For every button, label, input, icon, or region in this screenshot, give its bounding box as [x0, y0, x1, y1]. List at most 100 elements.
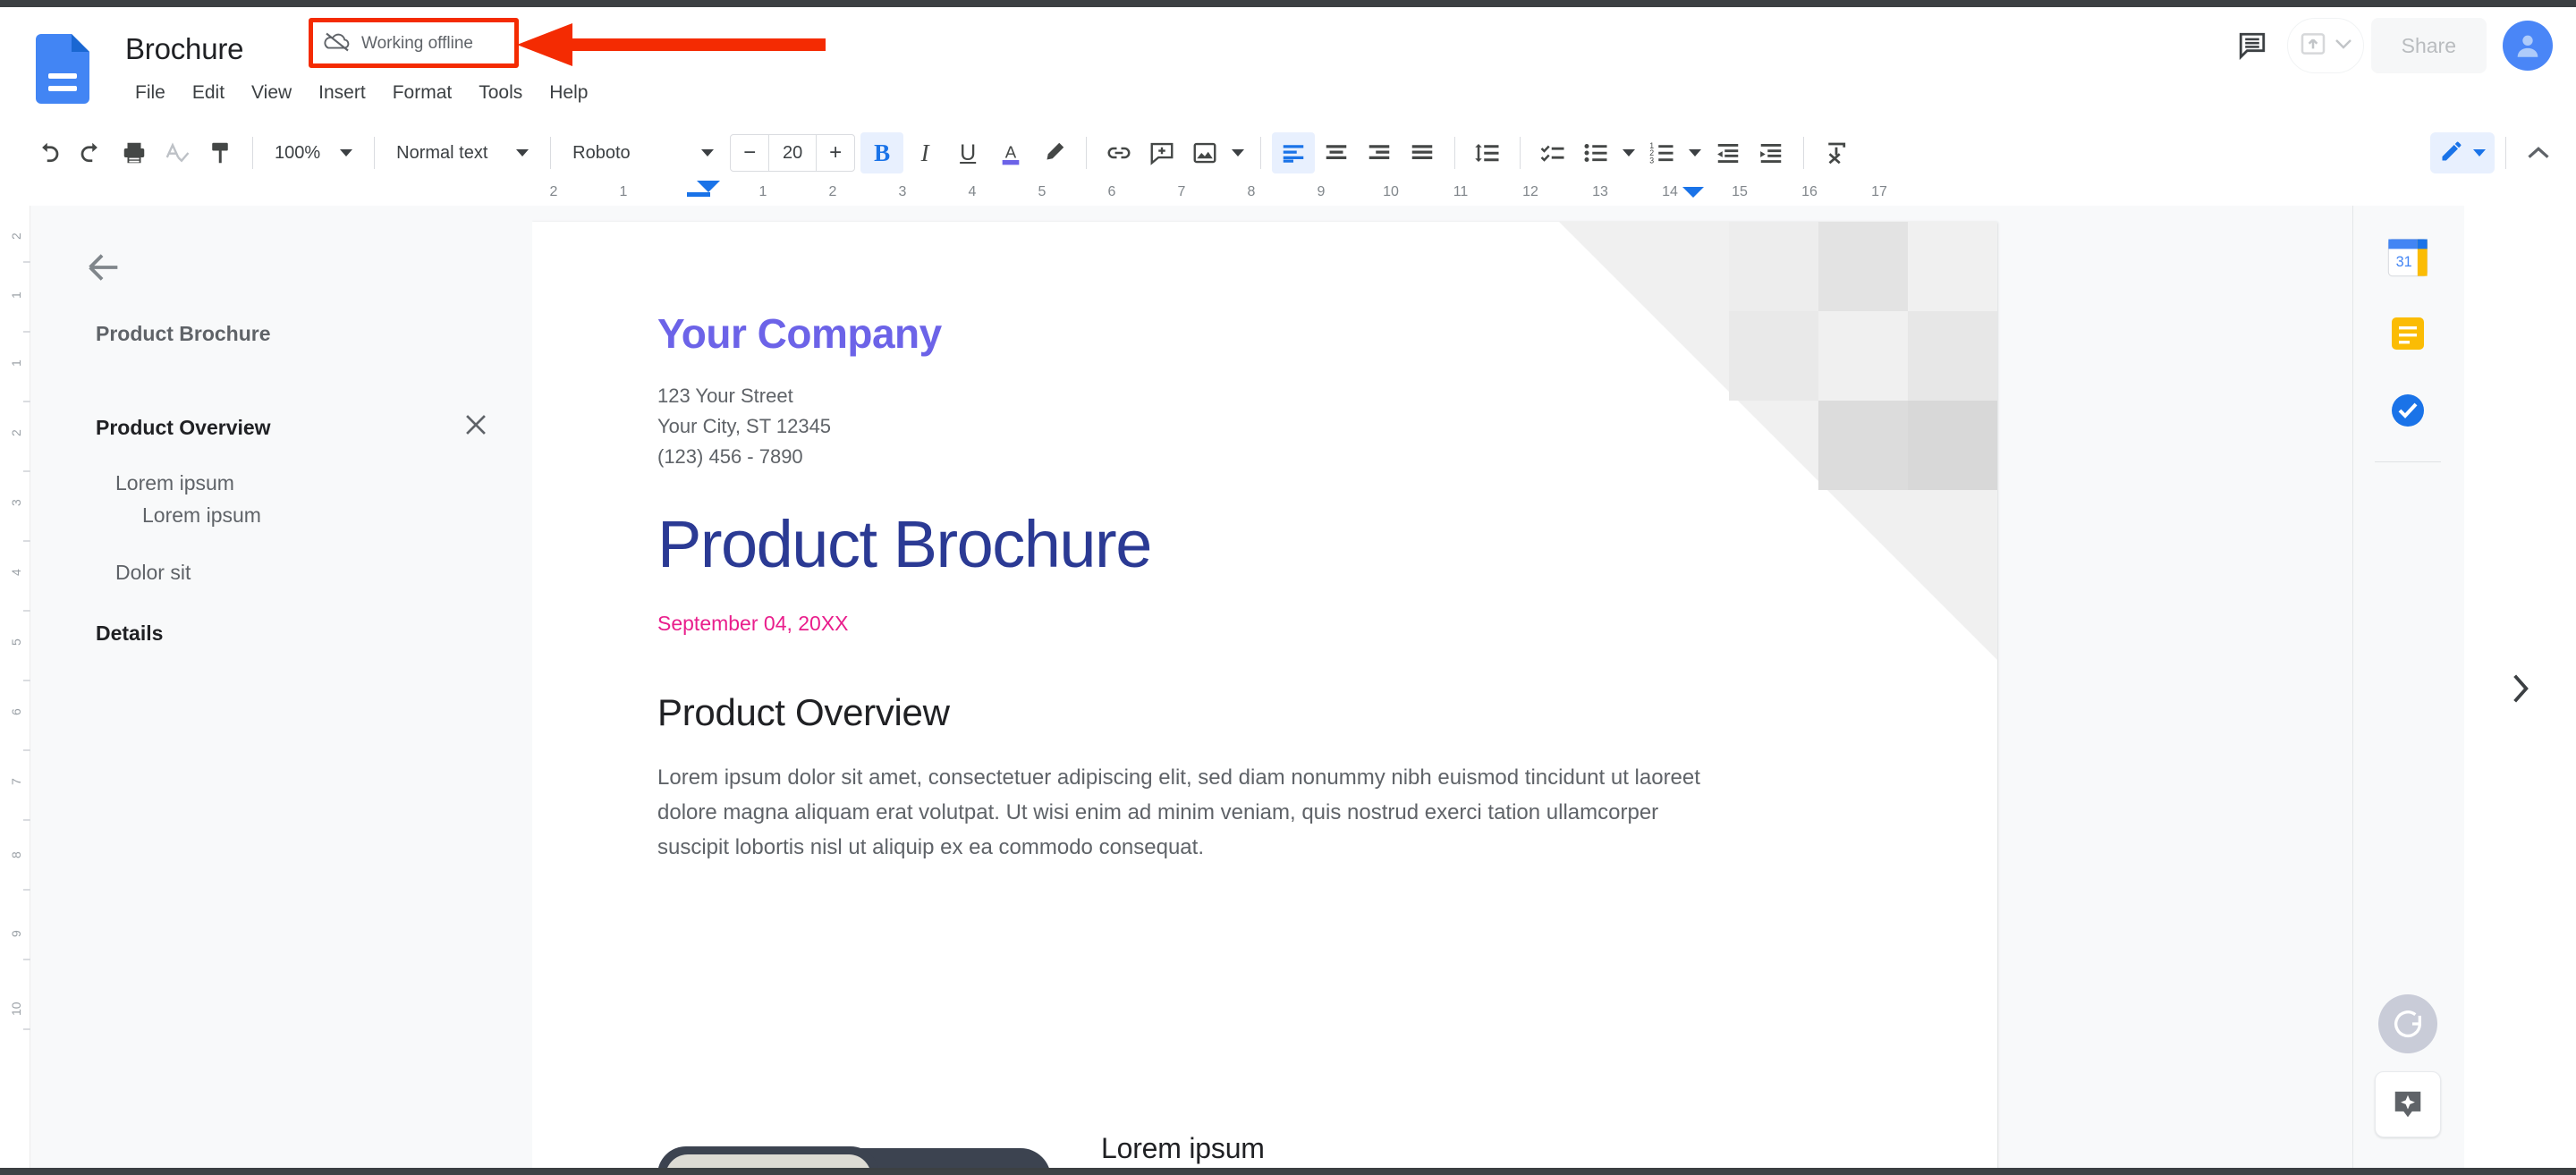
- expand-side-panel-button[interactable]: [2464, 206, 2576, 1175]
- working-offline-chip[interactable]: Working offline: [324, 30, 473, 58]
- bulleted-list-icon[interactable]: [1574, 132, 1617, 173]
- font-size-input[interactable]: 20: [768, 135, 818, 171]
- menu-item-help[interactable]: Help: [536, 77, 601, 109]
- vruler-tick-label: 5: [9, 638, 23, 646]
- redo-icon[interactable]: [70, 132, 113, 173]
- address-line-1: 123 Your Street: [657, 385, 793, 407]
- font-size-decrease-button[interactable]: −: [731, 135, 768, 171]
- outline-item-product-overview[interactable]: Product Overview: [31, 404, 532, 451]
- chevron-down-icon[interactable]: [2334, 38, 2352, 54]
- align-right-icon[interactable]: [1358, 132, 1401, 173]
- print-icon[interactable]: [113, 132, 156, 173]
- editing-mode-button[interactable]: [2430, 132, 2495, 173]
- clear-formatting-icon[interactable]: [1815, 132, 1858, 173]
- menu-item-view[interactable]: View: [238, 77, 305, 109]
- font-family-selector[interactable]: Roboto: [562, 132, 724, 173]
- menu-item-insert[interactable]: Insert: [305, 77, 379, 109]
- outline-item-lorem-ipsum-2[interactable]: Lorem ipsum: [31, 492, 532, 538]
- menu-item-file[interactable]: File: [122, 77, 179, 109]
- google-calendar-icon[interactable]: 31: [2380, 229, 2436, 284]
- share-button[interactable]: Share: [2370, 18, 2487, 73]
- toolbar-divider: [374, 137, 376, 169]
- font-size-stepper[interactable]: − 20 +: [730, 134, 856, 172]
- spellcheck-icon[interactable]: [156, 132, 199, 173]
- align-justify-icon[interactable]: [1401, 132, 1444, 173]
- left-indent-marker[interactable]: [687, 192, 710, 197]
- add-comment-icon[interactable]: [1140, 132, 1183, 173]
- vertical-ruler[interactable]: 2 1 1 2 3 4 5 6 7 8 9 10: [0, 206, 30, 1175]
- vruler-tick: [23, 261, 30, 263]
- corner-square: [1818, 401, 1908, 490]
- outline-title[interactable]: Product Brochure: [96, 322, 271, 346]
- outline-item-dolor-sit[interactable]: Dolor sit: [31, 549, 532, 596]
- insert-image-icon[interactable]: [1183, 132, 1226, 173]
- menu-item-format[interactable]: Format: [379, 77, 466, 109]
- share-label: Share: [2401, 33, 2456, 57]
- increase-indent-icon[interactable]: [1750, 132, 1792, 173]
- avatar[interactable]: [2503, 21, 2553, 71]
- line-spacing-icon[interactable]: [1466, 132, 1509, 173]
- zoom-selector[interactable]: 100%: [264, 132, 363, 173]
- menu-item-edit[interactable]: Edit: [179, 77, 238, 109]
- menu-item-tools[interactable]: Tools: [465, 77, 536, 109]
- right-indent-marker[interactable]: [1682, 187, 1704, 198]
- company-address: 123 Your Street Your City, ST 12345 (123…: [657, 381, 1713, 472]
- explore-sparkle-icon[interactable]: [2375, 1071, 2441, 1137]
- vruler-tick-label: 8: [9, 851, 23, 858]
- grammarly-icon[interactable]: [2378, 994, 2437, 1053]
- outline-item-details[interactable]: Details: [31, 610, 532, 656]
- align-center-icon[interactable]: [1315, 132, 1358, 173]
- close-icon[interactable]: [461, 410, 496, 445]
- document-title-row[interactable]: Brochure: [125, 29, 244, 70]
- insert-image-dropdown[interactable]: [1226, 132, 1250, 173]
- ruler-track[interactable]: 2 1 1 2 3 4 5 6 7 8 9 10 11 12 13 14 15 …: [534, 181, 1997, 206]
- chevron-up-icon[interactable]: [2517, 132, 2560, 173]
- checklist-icon[interactable]: [1531, 132, 1574, 173]
- ruler-tick-label: 8: [1247, 184, 1256, 199]
- rail-divider: [2375, 461, 2441, 462]
- back-arrow-icon[interactable]: [83, 247, 126, 290]
- bulleted-list-dropdown[interactable]: [1617, 132, 1640, 173]
- document-paragraph: Lorem ipsum dolor sit amet, consectetuer…: [657, 765, 1700, 859]
- side-panel-rail: 31: [2352, 206, 2464, 1175]
- ruler-tick-label: 16: [1801, 184, 1818, 199]
- comment-history-icon[interactable]: [2224, 18, 2280, 73]
- first-line-indent-marker[interactable]: [697, 181, 720, 192]
- vruler-tick-label: 4: [9, 569, 23, 576]
- toolbar-divider: [1086, 137, 1088, 169]
- ruler-tick-label: 9: [1317, 184, 1326, 199]
- corner-square: [1908, 311, 1997, 401]
- document-content[interactable]: Your Company 123 Your Street Your City, …: [657, 309, 1713, 866]
- italic-button[interactable]: I: [903, 132, 946, 173]
- text-color-icon[interactable]: A: [989, 132, 1032, 173]
- paint-format-icon[interactable]: [199, 132, 242, 173]
- chevron-down-icon: [701, 149, 715, 156]
- underline-button[interactable]: U: [946, 132, 989, 173]
- ruler-tick-label: 6: [1107, 184, 1116, 199]
- bold-button[interactable]: B: [860, 132, 904, 173]
- chevron-down-icon: [1232, 149, 1245, 156]
- align-left-icon[interactable]: [1272, 132, 1316, 173]
- google-tasks-icon[interactable]: [2380, 383, 2436, 438]
- decrease-indent-icon[interactable]: [1707, 132, 1750, 173]
- insert-link-icon[interactable]: [1097, 132, 1140, 173]
- horizontal-ruler[interactable]: 2 1 1 2 3 4 5 6 7 8 9 10 11 12 13 14 15 …: [0, 181, 2576, 206]
- google-docs-icon[interactable]: [36, 34, 89, 104]
- present-button[interactable]: [2286, 18, 2364, 73]
- paragraph-style-selector[interactable]: Normal text: [386, 132, 539, 173]
- vruler-tick: [23, 331, 30, 333]
- google-keep-icon[interactable]: [2380, 306, 2436, 361]
- undo-icon[interactable]: [27, 132, 70, 173]
- numbered-list-icon[interactable]: 123: [1640, 132, 1683, 173]
- document-page[interactable]: Your Company 123 Your Street Your City, …: [532, 222, 1997, 1175]
- vruler-tick-label: 3: [9, 499, 23, 506]
- ruler-tick-label: 5: [1038, 184, 1046, 199]
- numbered-list-dropdown[interactable]: [1683, 132, 1707, 173]
- document-scroll-area[interactable]: Your Company 123 Your Street Your City, …: [532, 206, 2464, 1175]
- highlight-icon[interactable]: [1032, 132, 1075, 173]
- font-size-increase-button[interactable]: +: [817, 135, 854, 171]
- vruler-tick-label: 2: [9, 232, 23, 240]
- toolbar-divider: [1520, 137, 1521, 169]
- document-title[interactable]: Brochure: [125, 32, 244, 66]
- outline-item-label: Dolor sit: [115, 560, 191, 584]
